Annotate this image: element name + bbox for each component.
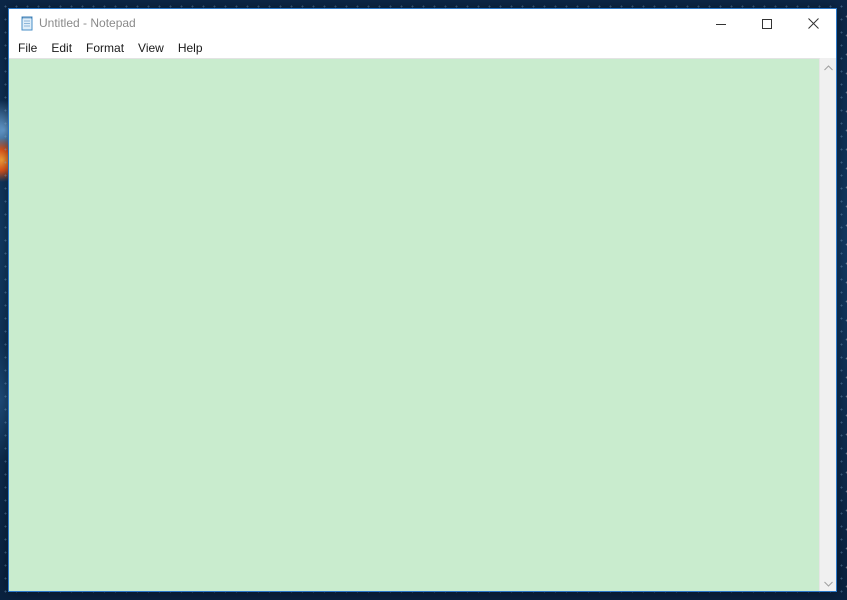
- title-bar[interactable]: Untitled - Notepad: [9, 9, 836, 38]
- menu-help[interactable]: Help: [171, 38, 210, 58]
- notepad-window: Untitled - Notepad File Edit Format View…: [8, 8, 837, 592]
- chevron-down-icon: [823, 574, 833, 592]
- notepad-icon[interactable]: [19, 15, 35, 31]
- maximize-button[interactable]: [744, 9, 790, 38]
- maximize-icon: [762, 18, 772, 29]
- minimize-button[interactable]: [698, 9, 744, 38]
- scroll-down-button[interactable]: [820, 574, 836, 591]
- vertical-scrollbar[interactable]: [819, 58, 836, 591]
- menu-format[interactable]: Format: [79, 38, 131, 58]
- close-button[interactable]: [790, 9, 836, 38]
- caption-buttons: [698, 9, 836, 38]
- menu-file[interactable]: File: [11, 38, 44, 58]
- menu-edit[interactable]: Edit: [44, 38, 79, 58]
- menu-view[interactable]: View: [131, 38, 171, 58]
- scroll-up-button[interactable]: [820, 58, 836, 75]
- chevron-up-icon: [823, 58, 833, 76]
- menu-bar: File Edit Format View Help: [9, 38, 836, 58]
- text-editor[interactable]: [9, 58, 820, 591]
- window-title: Untitled - Notepad: [39, 16, 136, 30]
- close-icon: [807, 18, 819, 29]
- minimize-icon: [716, 19, 726, 29]
